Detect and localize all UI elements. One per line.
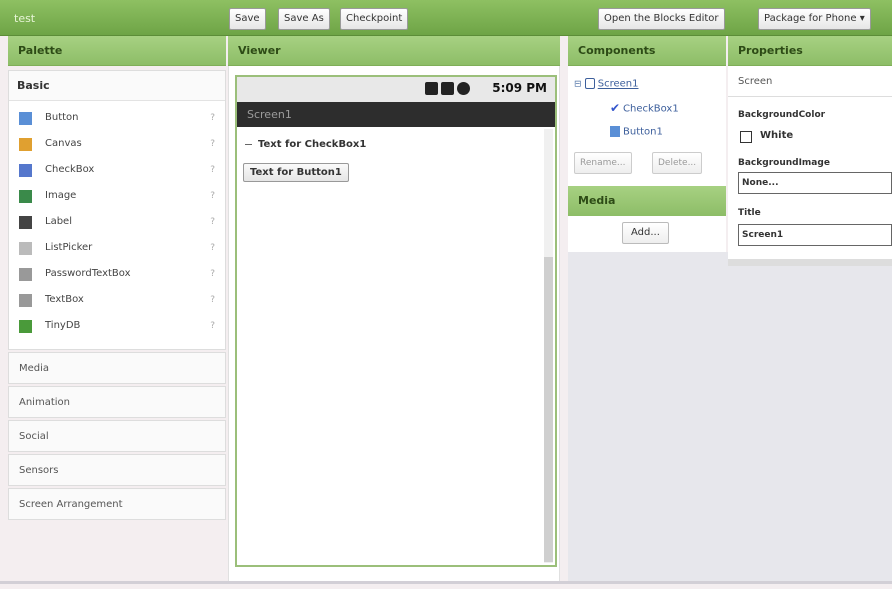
help-icon[interactable]: ? xyxy=(210,313,215,339)
help-icon[interactable]: ? xyxy=(210,209,215,235)
tree-checkbox1-label: CheckBox1 xyxy=(623,103,679,115)
phone-status-bar: 5:09 PM xyxy=(237,77,555,102)
tree-button1-label: Button1 xyxy=(623,126,663,138)
phone-clock: 5:09 PM xyxy=(492,81,547,95)
drawer-sensors[interactable]: Sensors xyxy=(8,454,226,486)
project-name: test xyxy=(14,12,36,25)
properties-header: Properties xyxy=(728,36,892,66)
checkbox-icon xyxy=(19,164,32,177)
help-icon[interactable]: ? xyxy=(210,131,215,157)
phone-network-icon xyxy=(425,82,438,95)
help-icon[interactable]: ? xyxy=(210,105,215,131)
background-color-swatch[interactable] xyxy=(740,131,752,143)
background-color-label: BackgroundColor xyxy=(738,110,826,120)
collapse-icon: ⊟ xyxy=(574,79,582,90)
checkbox-dash-icon xyxy=(245,143,252,145)
tinydb-icon xyxy=(19,320,32,333)
rename-button[interactable]: Rename... xyxy=(574,152,632,174)
palette-item-label: TinyDB xyxy=(45,320,81,331)
palette-item-label: ListPicker xyxy=(45,242,93,253)
image-icon xyxy=(19,190,32,203)
screen-icon xyxy=(584,78,595,89)
drawer-animation[interactable]: Animation xyxy=(8,386,226,418)
checkpoint-button[interactable]: Checkpoint xyxy=(340,8,409,30)
tree-screen1-label: Screen1 xyxy=(597,78,639,90)
help-icon[interactable]: ? xyxy=(210,287,215,313)
canvas-icon xyxy=(19,138,32,151)
components-panel: ⊟ Screen1 ✔ CheckBox1 Button1 Rename... D… xyxy=(568,66,726,186)
help-icon[interactable]: ? xyxy=(210,235,215,261)
empty-workspace xyxy=(568,252,892,582)
palette-item-tinydb[interactable]: TinyDB? xyxy=(9,313,225,339)
palette-item-label: Button xyxy=(45,112,79,123)
button-component-icon xyxy=(610,126,620,137)
palette-item-listpicker[interactable]: ListPicker? xyxy=(9,235,225,261)
screen-title-bar: Screen1 xyxy=(237,102,555,127)
open-blocks-editor-button[interactable]: Open the Blocks Editor xyxy=(598,8,725,30)
palette-item-label: Canvas xyxy=(45,138,82,149)
properties-panel: Screen BackgroundColor White BackgroundI… xyxy=(728,66,892,266)
background-image-label: BackgroundImage xyxy=(738,158,830,168)
basic-drawer-header[interactable]: Basic xyxy=(9,71,225,101)
palette-item-image[interactable]: Image? xyxy=(9,183,225,209)
palette-item-label[interactable]: Label? xyxy=(9,209,225,235)
viewer-header: Viewer xyxy=(228,36,560,66)
palette-item-label: CheckBox xyxy=(45,164,95,175)
drawer-social[interactable]: Social xyxy=(8,420,226,452)
palette-item-button[interactable]: Button? xyxy=(9,105,225,131)
phone-signal-icon xyxy=(441,82,454,95)
palette-basic-section: Basic Button? Canvas? CheckBox? Image? Label… xyxy=(8,70,226,350)
palette-item-label: TextBox xyxy=(45,294,84,305)
button-icon xyxy=(19,112,32,125)
help-icon[interactable]: ? xyxy=(210,261,215,287)
palette-item-label: Label xyxy=(45,216,72,227)
listpicker-icon xyxy=(19,242,32,255)
delete-button[interactable]: Delete... xyxy=(652,152,703,174)
top-toolbar: test Save Save As Checkpoint Open the Bl… xyxy=(0,0,892,36)
components-header: Components xyxy=(568,36,726,66)
palette-item-canvas[interactable]: Canvas? xyxy=(9,131,225,157)
preview-button[interactable]: Text for Button1 xyxy=(243,163,349,182)
help-icon[interactable]: ? xyxy=(210,157,215,183)
footer-divider xyxy=(0,581,892,584)
palette-item-passwordtextbox[interactable]: PasswordTextBox? xyxy=(9,261,225,287)
phone-battery-icon xyxy=(457,82,470,95)
tree-checkbox1[interactable]: ✔ CheckBox1 xyxy=(610,101,679,115)
preview-checkbox-label: Text for CheckBox1 xyxy=(258,139,367,150)
viewer-scroll-thumb[interactable] xyxy=(544,257,553,562)
title-label: Title xyxy=(738,208,761,218)
password-textbox-icon xyxy=(19,268,32,281)
tree-button1[interactable]: Button1 xyxy=(610,126,663,138)
textbox-icon xyxy=(19,294,32,307)
package-for-phone-button[interactable]: Package for Phone ▾ xyxy=(758,8,871,30)
preview-checkbox[interactable]: Text for CheckBox1 xyxy=(245,139,366,150)
background-color-value[interactable]: White xyxy=(760,130,793,141)
save-as-button[interactable]: Save As xyxy=(278,8,330,30)
title-field[interactable]: Screen1 xyxy=(738,224,892,246)
save-button[interactable]: Save xyxy=(229,8,266,30)
drawer-media[interactable]: Media xyxy=(8,352,226,384)
help-icon[interactable]: ? xyxy=(210,183,215,209)
palette-header: Palette xyxy=(8,36,226,66)
properties-component-name: Screen xyxy=(738,76,773,87)
media-panel: Add... xyxy=(568,216,726,252)
media-header: Media xyxy=(568,186,726,216)
properties-scrollbar[interactable] xyxy=(728,259,892,266)
checkbox-component-icon: ✔ xyxy=(610,101,621,115)
palette-item-checkbox[interactable]: CheckBox? xyxy=(9,157,225,183)
label-icon xyxy=(19,216,32,229)
drawer-screen-arrangement[interactable]: Screen Arrangement xyxy=(8,488,226,520)
palette-item-label: Image xyxy=(45,190,77,201)
tree-screen1[interactable]: ⊟ Screen1 xyxy=(574,78,638,90)
properties-divider xyxy=(728,96,892,97)
add-media-button[interactable]: Add... xyxy=(622,222,669,244)
background-image-field[interactable]: None... xyxy=(738,172,892,194)
phone-preview: 5:09 PM Screen1 Text for CheckBox1 Text … xyxy=(235,75,557,567)
palette-item-textbox[interactable]: TextBox? xyxy=(9,287,225,313)
palette-item-label: PasswordTextBox xyxy=(45,268,131,279)
